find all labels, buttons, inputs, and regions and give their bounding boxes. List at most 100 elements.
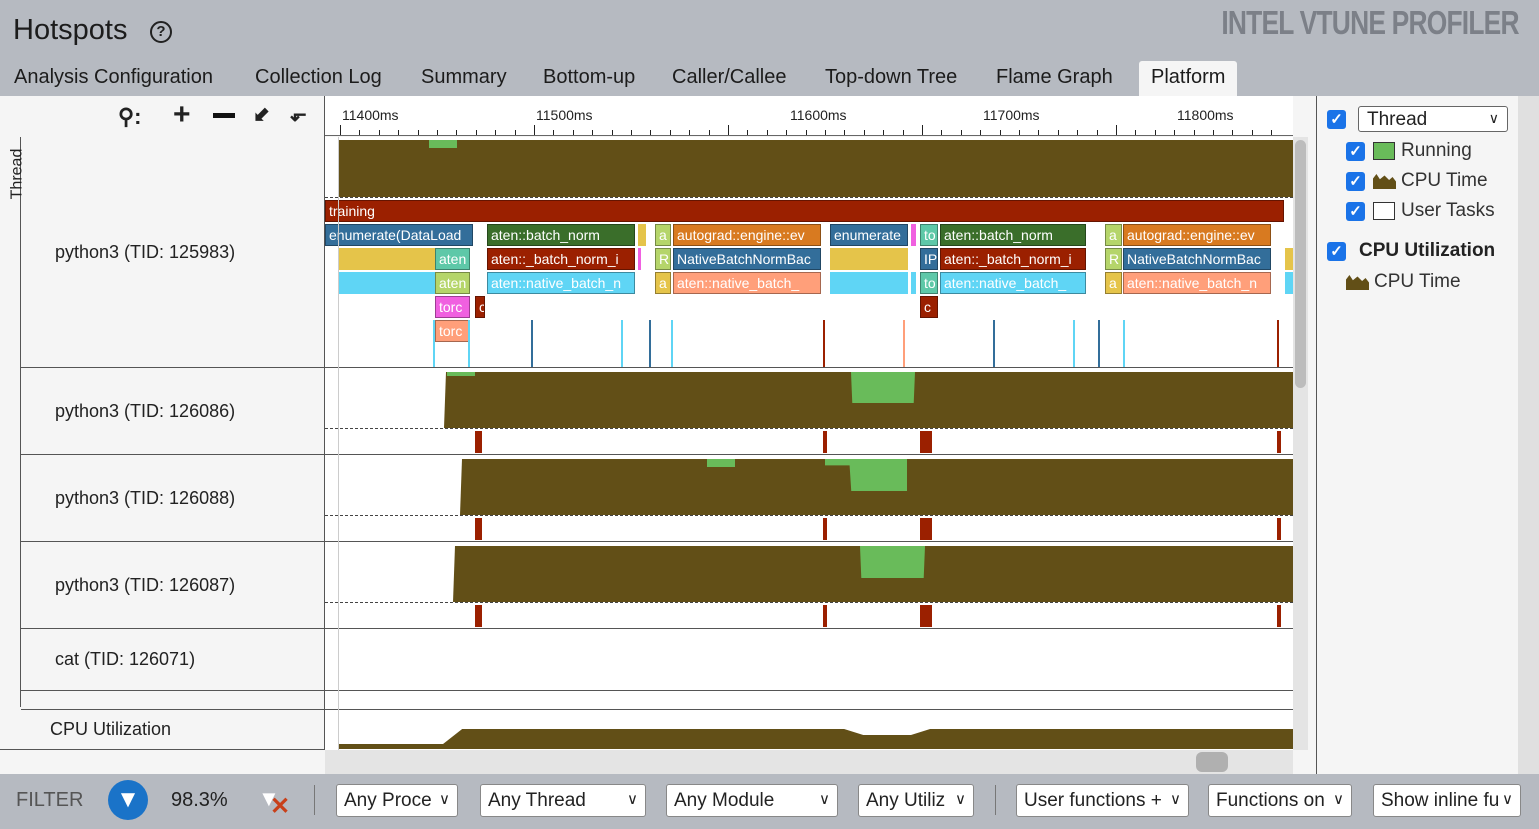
ruler-tick: [941, 130, 943, 135]
ruler-tick: [437, 130, 438, 135]
functions-filter-select[interactable]: User functions + ∨: [1016, 784, 1189, 817]
task-block[interactable]: autograd::engine::ev: [1123, 224, 1271, 246]
row-label[interactable]: python3 (TID: 125983): [21, 137, 325, 368]
tab-platform[interactable]: Platform: [1139, 61, 1238, 96]
task-block[interactable]: aten::native_batch_n: [487, 272, 635, 294]
tab-flame-graph[interactable]: Flame Graph: [996, 66, 1113, 96]
task-block[interactable]: aten::native_batch_n: [1123, 272, 1271, 294]
task-fill[interactable]: [1285, 248, 1293, 270]
user-tasks-checkbox[interactable]: ✓: [1346, 202, 1365, 221]
task-block[interactable]: to: [920, 272, 938, 294]
task-block[interactable]: IP: [920, 248, 938, 270]
zoom-back-icon[interactable]: ⬋: [253, 102, 270, 127]
task-marker[interactable]: [475, 431, 482, 453]
cpu-time-checkbox[interactable]: ✓: [1346, 172, 1365, 191]
task-block[interactable]: to: [920, 224, 938, 246]
task-marker[interactable]: [920, 518, 932, 540]
task-marker[interactable]: [1277, 431, 1281, 453]
zoom-in-icon[interactable]: +: [173, 98, 191, 132]
thread-select[interactable]: Thread ∨: [1358, 106, 1508, 132]
timeline-area[interactable]: training enumerate(DataLoad aten::batch_no…: [325, 137, 1293, 750]
task-fill[interactable]: [1285, 272, 1293, 294]
thread-checkbox[interactable]: ✓: [1327, 110, 1346, 129]
task-marker[interactable]: [1277, 605, 1281, 627]
task-block[interactable]: aten::_batch_norm_i: [487, 248, 635, 270]
filter-funnel-icon[interactable]: ▼: [108, 780, 148, 820]
task-fill[interactable]: [340, 248, 345, 270]
right-panel-scrollbar[interactable]: [1518, 96, 1539, 774]
task-marker[interactable]: [823, 431, 827, 453]
task-block[interactable]: R: [1105, 248, 1122, 270]
inline-functions-select[interactable]: Show inline fu ∨: [1373, 784, 1521, 817]
running-checkbox[interactable]: ✓: [1346, 142, 1365, 161]
task-fill[interactable]: [346, 272, 435, 294]
help-icon[interactable]: ?: [150, 21, 172, 43]
task-marker[interactable]: [823, 605, 827, 627]
task-block[interactable]: c: [475, 296, 485, 318]
task-fill[interactable]: [830, 272, 908, 294]
row-label[interactable]: python3 (TID: 126086): [21, 368, 325, 455]
task-fill[interactable]: [911, 272, 916, 294]
task-block[interactable]: a: [655, 224, 671, 246]
task-fill[interactable]: [346, 248, 435, 270]
task-marker[interactable]: [1277, 518, 1281, 540]
task-block[interactable]: R: [655, 248, 671, 270]
tab-top-down-tree[interactable]: Top-down Tree: [825, 66, 957, 96]
vertical-scroll-thumb[interactable]: [1295, 140, 1306, 388]
module-filter-select[interactable]: Any Module ∨: [666, 784, 838, 817]
task-fill[interactable]: [911, 224, 916, 246]
task-block[interactable]: c: [920, 296, 938, 318]
task-block[interactable]: enumerate: [830, 224, 908, 246]
task-fill[interactable]: [638, 224, 646, 246]
task-block[interactable]: a: [1105, 224, 1122, 246]
task-block[interactable]: aten::native_batch_: [940, 272, 1086, 294]
utilization-filter-select[interactable]: Any Utiliz ∨: [858, 784, 974, 817]
task-block[interactable]: training: [325, 200, 1284, 222]
row-label[interactable]: cat (TID: 126071): [21, 629, 325, 691]
horizontal-scroll-thumb[interactable]: [1196, 752, 1228, 772]
cpu-utilization-checkbox[interactable]: ✓: [1327, 242, 1346, 261]
task-marker[interactable]: [475, 518, 482, 540]
task-block[interactable]: aten: [435, 248, 470, 270]
row-label[interactable]: python3 (TID: 126088): [21, 455, 325, 542]
zoom-search-icon[interactable]: ⚲:: [118, 104, 141, 130]
task-fill[interactable]: [638, 248, 641, 270]
tab-caller-callee[interactable]: Caller/Callee: [672, 66, 787, 96]
thread-filter-select[interactable]: Any Thread ∨: [480, 784, 646, 817]
tab-analysis-configuration[interactable]: Analysis Configuration: [14, 66, 213, 96]
task-block[interactable]: aten::_batch_norm_i: [940, 248, 1086, 270]
task-block[interactable]: NativeBatchNormBac: [673, 248, 821, 270]
ruler-tick: [514, 130, 516, 135]
task-block[interactable]: aten::native_batch_: [673, 272, 821, 294]
horizontal-scrollbar[interactable]: [325, 750, 1293, 774]
task-fill[interactable]: [830, 248, 908, 270]
task-block[interactable]: aten::batch_norm: [487, 224, 635, 246]
tab-summary[interactable]: Summary: [421, 66, 507, 96]
cpu-time-label: CPU Time: [1374, 271, 1461, 292]
row-label[interactable]: python3 (TID: 126087): [21, 542, 325, 629]
tab-collection-log[interactable]: Collection Log: [255, 66, 382, 96]
task-marker: [1123, 320, 1125, 367]
ruler-tick: [825, 130, 826, 135]
task-block[interactable]: aten: [435, 272, 470, 294]
process-filter-select[interactable]: Any Proce ∨: [336, 784, 458, 817]
zoom-out-icon[interactable]: [213, 113, 235, 118]
task-block[interactable]: aten::batch_norm: [940, 224, 1086, 246]
task-marker[interactable]: [823, 518, 827, 540]
task-block[interactable]: torc: [435, 296, 470, 318]
tab-bottom-up[interactable]: Bottom-up: [543, 66, 635, 96]
task-marker[interactable]: [920, 431, 932, 453]
task-marker[interactable]: [475, 605, 482, 627]
zoom-reset-icon[interactable]: ⬐: [290, 102, 307, 127]
task-marker[interactable]: [920, 605, 932, 627]
task-block[interactable]: a: [1105, 272, 1122, 294]
task-block[interactable]: torc: [435, 320, 470, 342]
functions-on-select[interactable]: Functions on ∨: [1208, 784, 1352, 817]
task-block[interactable]: enumerate(DataLoad: [325, 224, 473, 246]
task-block[interactable]: a: [655, 272, 671, 294]
time-ruler[interactable]: 11400ms 11500ms 11600ms 11700ms 11800ms: [325, 96, 1293, 136]
cpu-utilization-label[interactable]: CPU Utilization: [0, 710, 325, 750]
task-block[interactable]: autograd::engine::ev: [673, 224, 821, 246]
clear-filter-icon[interactable]: ▼ ✕: [258, 786, 290, 820]
task-block[interactable]: NativeBatchNormBac: [1123, 248, 1271, 270]
